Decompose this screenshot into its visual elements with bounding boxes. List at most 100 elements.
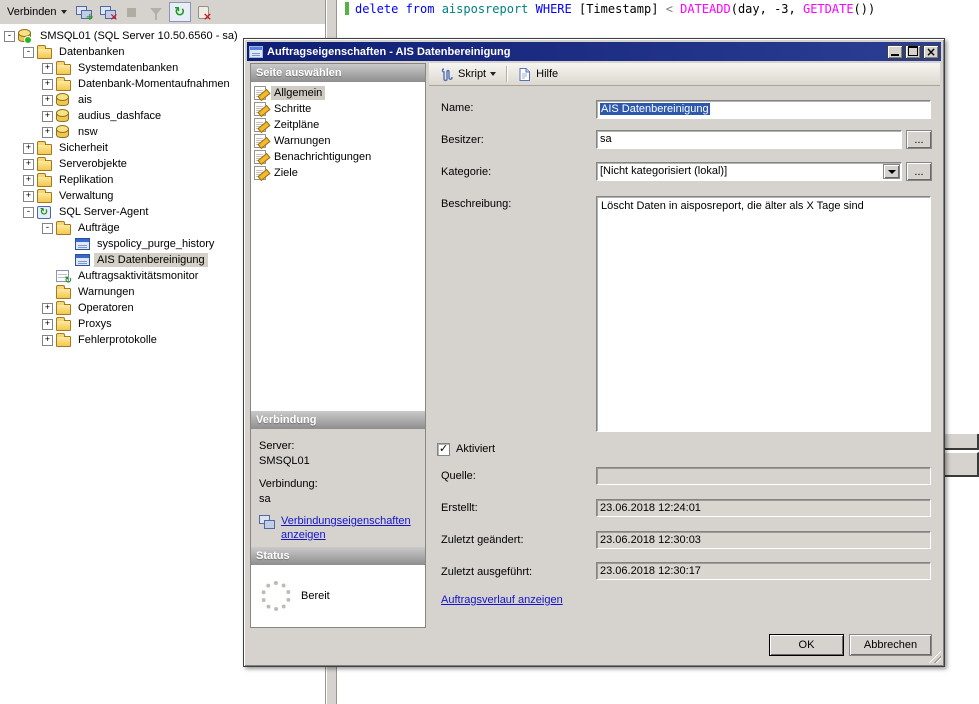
nav-item-schritte[interactable]: Schritte <box>251 101 425 117</box>
expand-icon[interactable]: + <box>42 79 53 90</box>
background-window-edge <box>945 452 979 477</box>
connect-server-button[interactable]: + <box>73 2 95 22</box>
chevron-down-icon <box>61 10 67 14</box>
sql-args: (day, -3, <box>731 2 803 16</box>
nav-item-ziele[interactable]: Ziele <box>251 165 425 181</box>
owner-label: Besitzer: <box>441 134 484 146</box>
status-section: Bereit <box>251 565 425 627</box>
name-input[interactable]: AIS Datenbereinigung <box>596 100 931 119</box>
sql-table-name: aisposreport <box>442 2 536 16</box>
folder-icon <box>37 174 53 187</box>
expand-icon[interactable]: + <box>23 175 34 186</box>
page-pen-icon <box>254 102 266 116</box>
dialog-title: Auftragseigenschaften - AIS Datenbereini… <box>267 46 510 58</box>
nav-item-benachrichtigungen[interactable]: Benachrichtigungen <box>251 149 425 165</box>
view-connection-properties-link[interactable]: Verbindungseigenschaften anzeigen <box>281 514 407 542</box>
job-icon <box>75 254 91 266</box>
dialog-titlebar[interactable]: Auftragseigenschaften - AIS Datenbereini… <box>247 42 941 61</box>
nav-item-allgemein[interactable]: Allgemein <box>251 85 425 101</box>
database-icon <box>56 125 72 139</box>
sql-parens: ()) <box>854 2 876 16</box>
refresh-button[interactable] <box>169 2 191 22</box>
background-window-edge <box>945 434 979 450</box>
dialog-left-panel: Seite auswählen Allgemein Schritte Zeitp… <box>250 63 426 628</box>
database-icon <box>56 93 72 107</box>
object-explorer-toolbar: Verbinden + × <box>0 0 325 24</box>
expand-icon[interactable]: + <box>23 191 34 202</box>
dialog-toolbar: Skript Hilfe <box>429 63 940 86</box>
close-button[interactable] <box>923 45 939 59</box>
browse-button-label: ... <box>914 166 923 178</box>
stop-icon <box>127 8 136 17</box>
description-text: Löscht Daten in aisposreport, die älter … <box>601 200 864 212</box>
sql-function: GETDATE <box>803 2 854 16</box>
folder-icon <box>56 78 72 91</box>
disconnect-server-button[interactable]: × <box>97 2 119 22</box>
job-history-link[interactable]: Auftragsverlauf anzeigen <box>441 594 563 606</box>
category-selected-value: [Nicht kategorisiert (lokal)] <box>600 165 727 177</box>
collapse-icon[interactable]: - <box>42 223 53 234</box>
expand-icon[interactable]: + <box>42 111 53 122</box>
created-value: 23.06.2018 12:24:01 <box>600 502 701 514</box>
dropdown-arrow-icon[interactable] <box>883 164 900 179</box>
script-scroll-icon <box>439 67 454 82</box>
sql-operator: < <box>666 2 680 16</box>
connection-header: Verbindung <box>251 411 425 429</box>
category-select[interactable]: [Nicht kategorisiert (lokal)] <box>596 162 902 181</box>
nav-item-zeitplaene[interactable]: Zeitpläne <box>251 117 425 133</box>
modified-value: 23.06.2018 12:30:03 <box>600 534 701 546</box>
sql-function: DATEADD <box>680 2 731 16</box>
connect-dropdown[interactable]: Verbinden <box>3 4 71 20</box>
folder-icon <box>37 142 53 155</box>
nav-item-warnungen[interactable]: Warnungen <box>251 133 425 149</box>
description-textarea[interactable]: Löscht Daten in aisposreport, die älter … <box>596 196 931 432</box>
enabled-checkbox[interactable] <box>437 443 450 456</box>
x-badge-icon: × <box>110 12 118 23</box>
ok-button[interactable]: OK <box>769 634 844 656</box>
kill-script-button[interactable] <box>193 2 215 22</box>
screen: { "object_explorer": { "toolbar": { "con… <box>0 0 979 704</box>
connect-icon: + <box>76 6 91 19</box>
expand-icon[interactable]: + <box>23 143 34 154</box>
collapse-icon[interactable]: - <box>23 207 34 218</box>
stop-button[interactable] <box>121 2 143 22</box>
ok-button-label: OK <box>799 639 815 651</box>
expand-icon[interactable]: + <box>42 335 53 346</box>
page-pen-icon <box>254 150 266 164</box>
collapse-icon[interactable]: - <box>23 47 34 58</box>
minimize-button[interactable] <box>887 45 903 59</box>
cancel-button[interactable]: Abbrechen <box>849 634 932 656</box>
name-label: Name: <box>441 102 473 114</box>
source-label: Quelle: <box>441 470 476 482</box>
owner-browse-button[interactable]: ... <box>906 130 932 149</box>
spinner-icon <box>261 581 291 611</box>
category-browse-button[interactable]: ... <box>906 162 932 181</box>
connection-value: sa <box>259 492 417 506</box>
select-page-header: Seite auswählen <box>251 64 425 82</box>
sql-column: [Timestamp] <box>579 2 666 16</box>
status-state: Bereit <box>301 590 330 602</box>
page-pen-icon <box>254 86 266 100</box>
folder-icon <box>37 158 53 171</box>
folder-icon <box>37 190 53 203</box>
sql-text[interactable]: delete from aisposreport WHERE [Timestam… <box>355 2 875 16</box>
name-input-selected-text: AIS Datenbereinigung <box>600 103 710 115</box>
expand-icon[interactable]: + <box>42 63 53 74</box>
database-icon <box>56 109 72 123</box>
script-button[interactable]: Skript <box>435 64 500 84</box>
page-pen-icon <box>254 166 266 180</box>
expand-icon[interactable]: + <box>23 159 34 170</box>
maximize-button[interactable] <box>905 45 921 59</box>
help-button[interactable]: Hilfe <box>513 64 562 84</box>
expand-icon[interactable]: + <box>42 319 53 330</box>
last-run-label: Zuletzt ausgeführt: <box>441 566 532 578</box>
owner-input[interactable]: sa <box>596 130 902 149</box>
connection-section: Server: SMSQL01 Verbindung: sa Verbindun… <box>251 429 425 547</box>
job-properties-dialog: Auftragseigenschaften - AIS Datenbereini… <box>243 38 945 667</box>
expand-icon[interactable]: + <box>42 303 53 314</box>
filter-button[interactable] <box>145 2 167 22</box>
folder-icon <box>56 334 72 347</box>
expand-icon[interactable]: + <box>42 127 53 138</box>
expand-icon[interactable]: + <box>42 95 53 106</box>
collapse-icon[interactable]: - <box>4 31 15 42</box>
